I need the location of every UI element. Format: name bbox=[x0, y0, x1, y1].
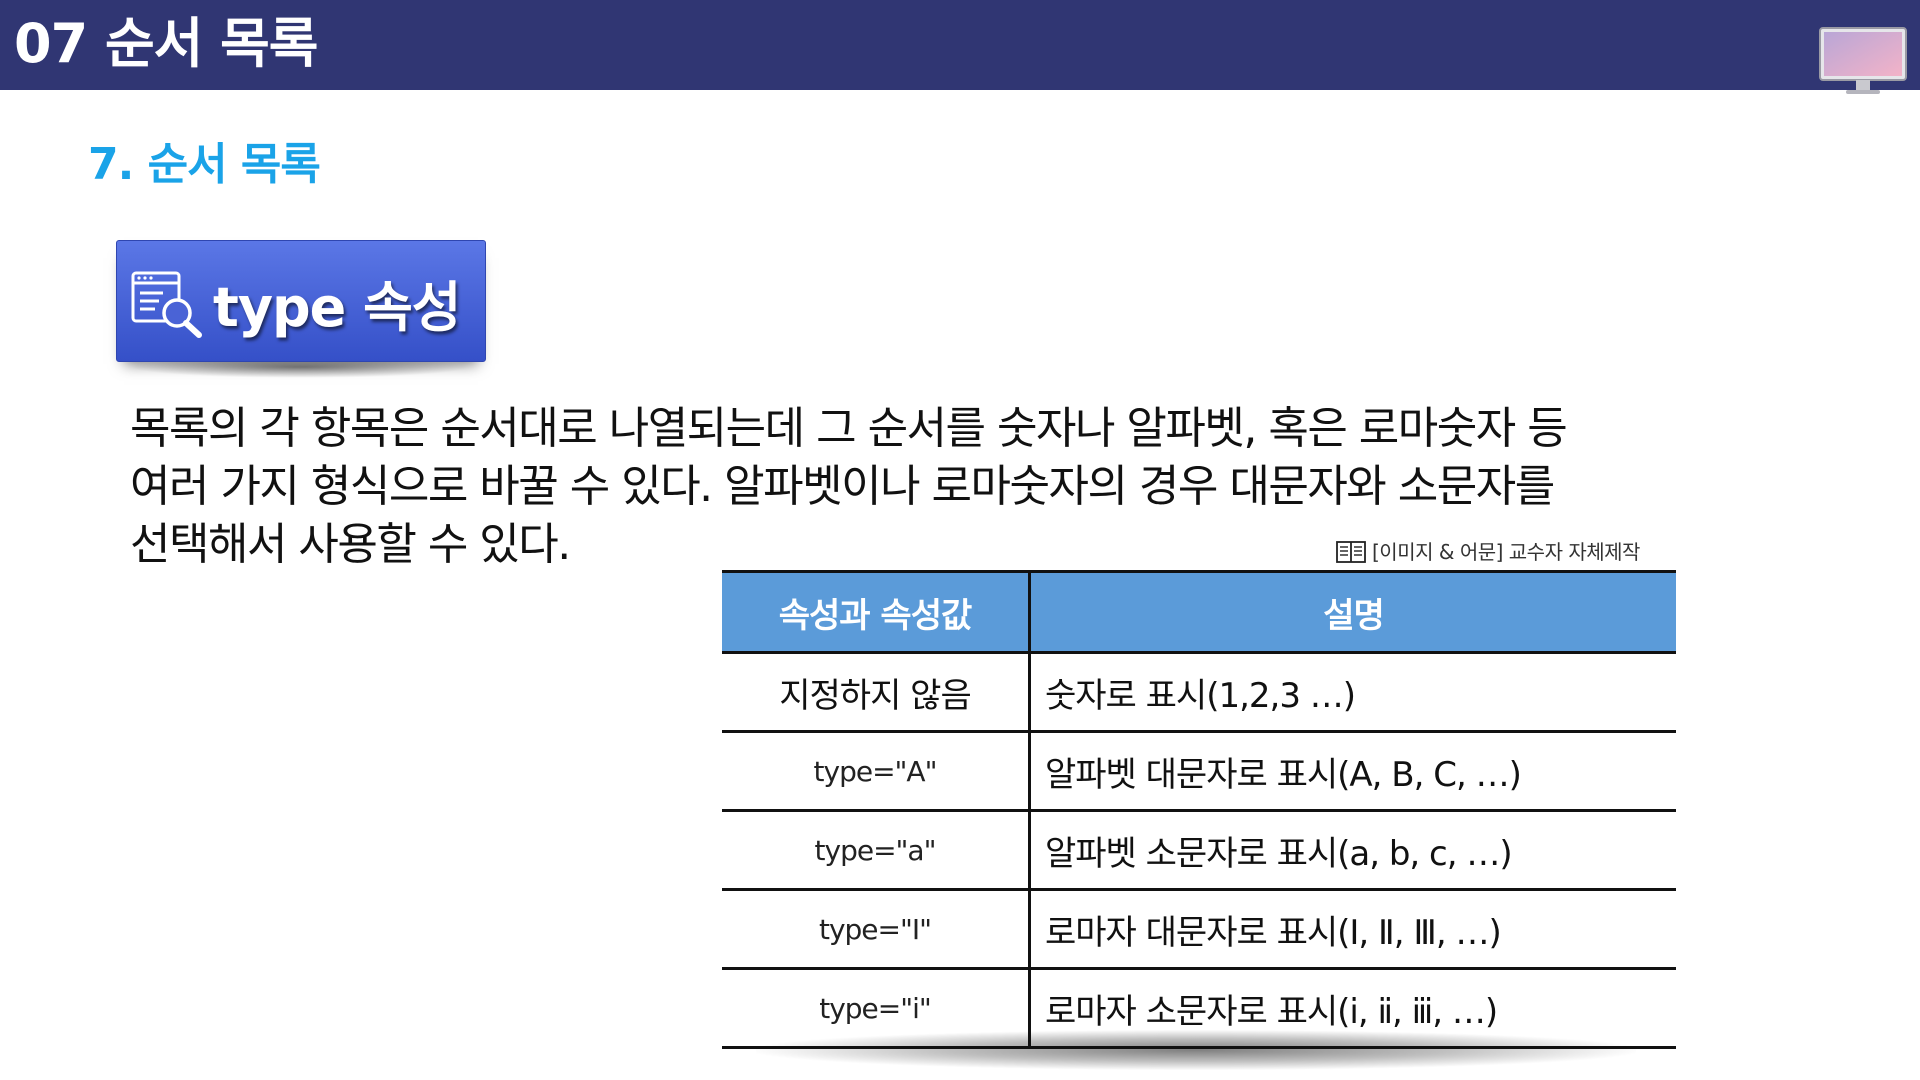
header-bar: 07 순서 목록 bbox=[0, 0, 1920, 94]
description-cell: 알파벳 소문자로 표시(a, b, c, …) bbox=[1029, 810, 1676, 891]
column-header-description: 설명 bbox=[1029, 570, 1676, 654]
attribute-cell: type="i" bbox=[722, 968, 1031, 1049]
column-header-attribute: 속성과 속성값 bbox=[722, 570, 1031, 654]
source-text: [이미지 & 어문] 교수자 자체제작 bbox=[1372, 540, 1640, 564]
table-row: type="a" 알파벳 소문자로 표시(a, b, c, …) bbox=[722, 810, 1676, 891]
table-header-row: 속성과 속성값 설명 bbox=[722, 570, 1676, 654]
table-row: 지정하지 않음 숫자로 표시(1,2,3 …) bbox=[722, 652, 1676, 733]
type-attribute-table: 속성과 속성값 설명 지정하지 않음 숫자로 표시(1,2,3 …) type=… bbox=[722, 570, 1676, 1049]
monitor-icon bbox=[1819, 27, 1907, 94]
description-line: 목록의 각 항목은 순서대로 나열되는데 그 순서를 숫자나 알파벳, 혹은 로… bbox=[130, 403, 1568, 454]
description-line: 여러 가지 형식으로 바꿀 수 있다. 알파벳이나 로마숫자의 경우 대문자와 … bbox=[130, 461, 1555, 512]
table-row: type="I" 로마자 대문자로 표시(Ⅰ, Ⅱ, Ⅲ, …) bbox=[722, 889, 1676, 970]
attribute-cell: 지정하지 않음 bbox=[722, 652, 1031, 733]
book-icon bbox=[1336, 540, 1366, 563]
badge-label: type 속성 bbox=[213, 276, 461, 339]
table-row: type="A" 알파벳 대문자로 표시(A, B, C, …) bbox=[722, 731, 1676, 812]
description-cell: 알파벳 대문자로 표시(A, B, C, …) bbox=[1029, 731, 1676, 812]
attribute-cell: type="A" bbox=[722, 731, 1031, 812]
header-title: 07 순서 목록 bbox=[14, 12, 318, 75]
attribute-cell: type="I" bbox=[722, 889, 1031, 970]
description-cell: 로마자 소문자로 표시(ⅰ, ⅱ, ⅲ, …) bbox=[1029, 968, 1676, 1049]
document-search-icon bbox=[131, 271, 202, 338]
type-attribute-badge: type 속성 bbox=[116, 240, 486, 362]
attribute-cell: type="a" bbox=[722, 810, 1031, 891]
source-credit: [이미지 & 어문] 교수자 자체제작 bbox=[1336, 536, 1640, 565]
description-cell: 로마자 대문자로 표시(Ⅰ, Ⅱ, Ⅲ, …) bbox=[1029, 889, 1676, 970]
table-row: type="i" 로마자 소문자로 표시(ⅰ, ⅱ, ⅲ, …) bbox=[722, 968, 1676, 1049]
description-cell: 숫자로 표시(1,2,3 …) bbox=[1029, 652, 1676, 733]
section-title: 7. 순서 목록 bbox=[88, 139, 321, 190]
